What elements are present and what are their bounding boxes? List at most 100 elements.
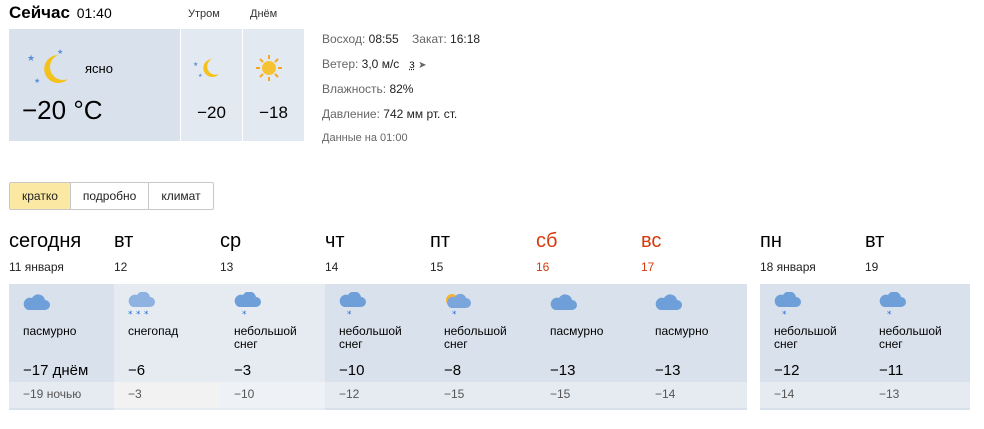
forecast-card[interactable]: * небольшой снег −8 −15 (430, 284, 536, 410)
day-name[interactable]: сегодня (9, 230, 81, 260)
wind-label: Ветер: (322, 57, 359, 71)
forecast-high: −8 (444, 362, 462, 379)
current-temperature: −20 °C (22, 95, 103, 125)
day-date: 19 (865, 260, 879, 274)
day-date: 13 (220, 260, 234, 274)
forecast-card[interactable]: * небольшой снег −10 −12 (325, 284, 430, 410)
pressure-value: 742 мм рт. ст. (383, 107, 458, 121)
wind-arrow-icon: ➤ (418, 60, 427, 71)
forecast-high: −10 (339, 362, 365, 379)
forecast-card[interactable]: пасмурно −13 −14 (641, 284, 747, 410)
day-name[interactable]: вт (865, 230, 884, 260)
humidity-row: Влажность: 82% (322, 82, 480, 107)
svg-text:★: ★ (27, 54, 35, 64)
tab-detailed[interactable]: подробно (71, 183, 150, 209)
forecast-low: −10 (220, 382, 325, 408)
day-date: 12 (114, 260, 128, 274)
forecast-condition: небольшой снег (444, 324, 507, 351)
pressure-label: Давление: (322, 107, 380, 121)
wind-value: 3,0 м/с (361, 57, 400, 71)
day-header: сб 16 (536, 230, 557, 274)
data-timestamp: Данные на 01:00 (322, 132, 408, 144)
day-date: 17 (641, 260, 655, 274)
now-time: 01:40 (76, 5, 112, 21)
light-snow-icon: * (877, 291, 907, 323)
humidity-label: Влажность: (322, 82, 387, 96)
forecast-high: −17 днём (23, 362, 89, 379)
tab-brief[interactable]: кратко (10, 183, 71, 209)
forecast-low: −14 (760, 382, 865, 408)
tab-climate[interactable]: климат (149, 183, 212, 209)
forecast-low: −14 (641, 382, 747, 408)
day-header: сегодня 11 января (9, 230, 81, 274)
sunrise-value: 08:55 (368, 32, 399, 46)
day-name[interactable]: пн (760, 230, 816, 260)
forecast-condition: небольшой снег (879, 324, 942, 351)
day-header: чт 14 (325, 230, 345, 274)
light-snow-icon: * (337, 291, 367, 323)
svg-text:*: * (242, 310, 247, 318)
day-name[interactable]: вт (114, 230, 133, 260)
forecast-card[interactable]: * небольшой снег −12 −14 (760, 284, 865, 410)
day-date: 11 января (9, 260, 64, 274)
svg-text:★: ★ (198, 73, 203, 79)
day-label: Днём (250, 8, 278, 20)
day-name[interactable]: ср (220, 230, 241, 260)
svg-text:*: * (136, 310, 141, 318)
day-name[interactable]: чт (325, 230, 345, 260)
humidity-value: 82% (389, 82, 414, 96)
day-name[interactable]: сб (536, 230, 557, 260)
weather-details: Восход: 08:55 Закат: 16:18 Ветер: 3,0 м/… (322, 32, 480, 144)
sunset-label: Закат: (412, 32, 447, 46)
forecast-condition: небольшой снег (234, 324, 297, 351)
svg-text:★: ★ (34, 77, 40, 85)
sun-cloud-snow-icon: * (442, 292, 472, 323)
svg-text:*: * (347, 310, 352, 318)
forecast-card[interactable]: * * * снегопад −6 −3 (114, 284, 220, 410)
forecast-condition: пасмурно (655, 324, 709, 338)
forecast-low: −15 (430, 382, 536, 408)
morning-label: Утром (188, 8, 220, 20)
day-header: ср 13 (220, 230, 241, 274)
day-header: вт 19 (865, 230, 884, 274)
snow-cloud-icon: * * * (126, 291, 156, 323)
forecast-high: −12 (774, 362, 800, 379)
morning-temperature: −20 (197, 103, 226, 122)
day-name[interactable]: пт (430, 230, 450, 260)
day-header: пн 18 января (760, 230, 816, 274)
now-title: Сейчас 01:40 (9, 3, 112, 23)
forecast-high: −6 (128, 362, 146, 379)
day-forecast: −18 (242, 29, 304, 141)
forecast-card[interactable]: * небольшой снег −3 −10 (220, 284, 325, 410)
light-snow-icon: * (772, 291, 802, 323)
forecast-card[interactable]: * небольшой снег −11 −13 (865, 284, 970, 410)
day-temperature: −18 (259, 103, 288, 122)
forecast-low: −3 (114, 382, 220, 408)
svg-text:*: * (128, 310, 133, 318)
forecast-card[interactable]: пасмурно −17 днём −19 ночью (9, 284, 114, 410)
day-header: вт 12 (114, 230, 133, 274)
day-date: 15 (430, 260, 444, 274)
forecast-tabs: кратко подробно климат (9, 182, 214, 210)
forecast-low: −13 (865, 382, 970, 408)
forecast-condition: снегопад (128, 324, 179, 338)
day-date: 18 января (760, 260, 816, 274)
forecast-condition: небольшой снег (774, 324, 837, 351)
sun-times: Восход: 08:55 Закат: 16:18 (322, 32, 480, 57)
forecast-high: −13 (550, 362, 576, 379)
forecast-high: −13 (655, 362, 681, 379)
forecast-high: −11 (879, 362, 904, 379)
day-name[interactable]: вс (641, 230, 661, 260)
svg-text:★: ★ (193, 61, 198, 68)
night-clear-moon-icon: ★ ★ ★ (27, 48, 68, 85)
svg-text:*: * (782, 310, 787, 318)
svg-text:★: ★ (57, 48, 63, 56)
forecast-condition: пасмурно (23, 324, 77, 338)
svg-text:*: * (887, 310, 892, 318)
forecast-card[interactable]: пасмурно −13 −15 (536, 284, 641, 410)
cloud-icon (653, 292, 683, 319)
svg-text:*: * (144, 310, 149, 318)
forecast-condition: небольшой снег (339, 324, 402, 351)
sun-icon (256, 55, 282, 81)
day-date: 16 (536, 260, 550, 274)
